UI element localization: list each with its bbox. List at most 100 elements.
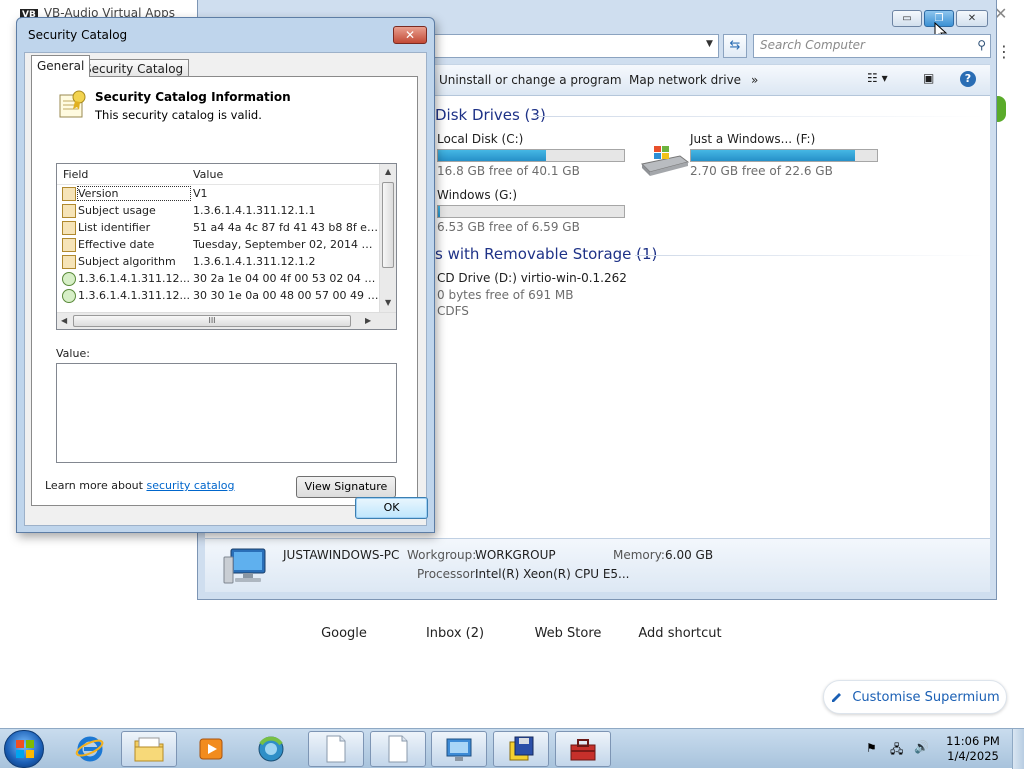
view-signature-button[interactable]: View Signature: [296, 476, 396, 498]
column-value[interactable]: Value: [193, 168, 223, 181]
field-name: 1.3.6.1.4.1.311.12...: [78, 272, 190, 285]
list-item[interactable]: Version V1: [57, 186, 380, 203]
value-textbox[interactable]: [56, 363, 397, 463]
drive-g-name[interactable]: Windows (G:): [437, 188, 517, 202]
certificate-icon: [59, 90, 86, 118]
more-commands-chevron[interactable]: »: [751, 73, 758, 87]
info-title: Security Catalog Information: [95, 90, 291, 104]
windows-explorer-taskbar-button[interactable]: [121, 731, 177, 767]
field-value: 51 a4 4a 4c 87 fd 41 43 b8 8f e2 b9 ...: [193, 221, 379, 234]
show-desktop-button[interactable]: [1012, 729, 1024, 769]
pencil-icon: [832, 693, 842, 702]
preview-pane-icon[interactable]: ▣: [923, 71, 934, 85]
scroll-left-icon[interactable]: ◀: [61, 316, 67, 325]
drive-c-free: 16.8 GB free of 40.1 GB: [437, 164, 580, 178]
refresh-icon[interactable]: ⇆: [723, 34, 747, 58]
folder-icon: [134, 737, 164, 762]
removable-group-header[interactable]: s with Removable Storage (1): [435, 245, 657, 263]
field-name: Subject algorithm: [78, 255, 176, 268]
horizontal-scrollbar[interactable]: ◀ III ▶: [57, 312, 396, 329]
list-item[interactable]: Subject algorithm 1.3.6.1.4.1.311.12.1.2: [57, 254, 380, 271]
network-icon[interactable]: 🖧: [890, 740, 903, 761]
field-value: Tuesday, September 02, 2014 7:17:...: [193, 238, 379, 251]
volume-icon[interactable]: 🔊: [914, 740, 929, 754]
workgroup-value: WORKGROUP: [475, 548, 556, 562]
change-view-icon[interactable]: ☷ ▾: [867, 71, 888, 85]
security-catalog-link[interactable]: security catalog: [146, 479, 234, 492]
drive-f-usage-bar: [690, 149, 878, 162]
list-item[interactable]: Effective date Tuesday, September 02, 201…: [57, 237, 380, 254]
list-item[interactable]: 1.3.6.1.4.1.311.12... 30 2a 1e 04 00 4f 0…: [57, 271, 380, 288]
vertical-scrollbar[interactable]: ▲ ▼: [379, 164, 396, 312]
scroll-right-icon[interactable]: ▶: [365, 316, 371, 325]
field-value: V1: [193, 187, 208, 200]
internet-explorer-icon[interactable]: [62, 731, 118, 767]
scroll-up-icon[interactable]: ▲: [385, 167, 391, 176]
field-icon: [62, 221, 76, 235]
details-pane: JUSTAWINDOWS-PC Workgroup: WORKGROUP Mem…: [205, 538, 990, 592]
start-button[interactable]: [4, 730, 44, 768]
cd-drive-free: 0 bytes free of 691 MB: [437, 288, 574, 302]
memory-value: 6.00 GB: [665, 548, 714, 562]
list-item[interactable]: Subject usage 1.3.6.1.4.1.311.12.1.1: [57, 203, 380, 220]
list-item[interactable]: 1.3.6.1.4.1.311.12... 30 30 1e 0a 00 48 0…: [57, 288, 380, 305]
field-name: Version: [77, 186, 191, 201]
search-input[interactable]: Search Computer ⚲: [753, 34, 991, 58]
processor-value: Intel(R) Xeon(R) CPU E5...: [475, 567, 630, 581]
dialog-close-button[interactable]: ✕: [393, 26, 427, 44]
shortcut-google[interactable]: Google: [289, 626, 399, 641]
scroll-down-icon[interactable]: ▼: [385, 298, 391, 307]
column-field[interactable]: Field: [63, 168, 88, 181]
map-network-drive-command[interactable]: Map network drive: [629, 73, 741, 87]
computer-icon: [223, 548, 266, 584]
document-taskbar-button-1[interactable]: [308, 731, 364, 767]
list-item[interactable]: List identifier 51 a4 4a 4c 87 fd 41 43 b…: [57, 220, 380, 237]
dialog-title: Security Catalog: [28, 28, 128, 42]
system-monitor-icon: [446, 738, 472, 761]
drive-g-free: 6.53 GB free of 6.59 GB: [437, 220, 580, 234]
clock-time: 11:06 PM: [946, 734, 1000, 748]
processor-label: Processor:: [417, 567, 479, 581]
search-icon[interactable]: ⚲: [977, 38, 986, 52]
vertical-scroll-thumb[interactable]: [382, 182, 394, 268]
clock-date: 1/4/2025: [947, 749, 999, 763]
general-tab-page: Security Catalog Information This securi…: [31, 76, 418, 506]
media-icon: [199, 738, 223, 760]
uninstall-program-command[interactable]: Uninstall or change a program: [439, 73, 622, 87]
drive-c-name[interactable]: Local Disk (C:): [437, 132, 523, 146]
document-icon: [326, 735, 346, 763]
cd-drive-name[interactable]: CD Drive (D:) virtio-win-0.1.262: [437, 271, 627, 285]
tab-security-catalog[interactable]: Security Catalog: [78, 59, 190, 77]
shortcut-add[interactable]: Add shortcut: [625, 626, 735, 641]
shortcut-web-store[interactable]: Web Store: [513, 626, 623, 641]
memory-label: Memory:: [613, 548, 665, 562]
flag-icon[interactable]: ⚑: [866, 741, 877, 755]
help-icon[interactable]: ?: [960, 71, 976, 87]
tab-general[interactable]: General: [31, 55, 91, 77]
globe-icon: [258, 736, 284, 762]
field-list[interactable]: Field Value Version V1 Subject usage 1.3.6.…: [56, 163, 397, 330]
field-name: List identifier: [78, 221, 151, 234]
customise-button[interactable]: Customise Supermium: [823, 680, 1007, 714]
shortcut-inbox[interactable]: Inbox (2): [400, 626, 510, 641]
media-player-icon[interactable]: [183, 731, 239, 767]
toolbox-icon: [570, 739, 596, 761]
ok-button[interactable]: OK: [355, 497, 428, 519]
field-name: Subject usage: [78, 204, 156, 217]
field-icon: [62, 204, 76, 218]
field-value: 1.3.6.1.4.1.311.12.1.1: [193, 204, 316, 217]
horizontal-scroll-thumb[interactable]: III: [73, 315, 351, 327]
system-properties-taskbar-button[interactable]: [431, 731, 487, 767]
address-dropdown-icon[interactable]: ▼: [706, 39, 713, 49]
supermium-browser-icon[interactable]: [243, 731, 299, 767]
ie-logo: [75, 736, 104, 762]
document-taskbar-button-2[interactable]: [370, 731, 426, 767]
hard-disk-group-header[interactable]: Disk Drives (3): [435, 106, 546, 124]
drive-f-name[interactable]: Just a Windows... (F:): [690, 132, 815, 146]
save-disk-taskbar-button[interactable]: [493, 731, 549, 767]
clock[interactable]: 11:06 PM 1/4/2025: [940, 734, 1006, 764]
drive-f-windows-icon: [640, 146, 690, 176]
toolbox-taskbar-button[interactable]: [555, 731, 611, 767]
drive-f-free: 2.70 GB free of 22.6 GB: [690, 164, 833, 178]
browser-menu-icon[interactable]: ⋮: [996, 44, 1012, 60]
